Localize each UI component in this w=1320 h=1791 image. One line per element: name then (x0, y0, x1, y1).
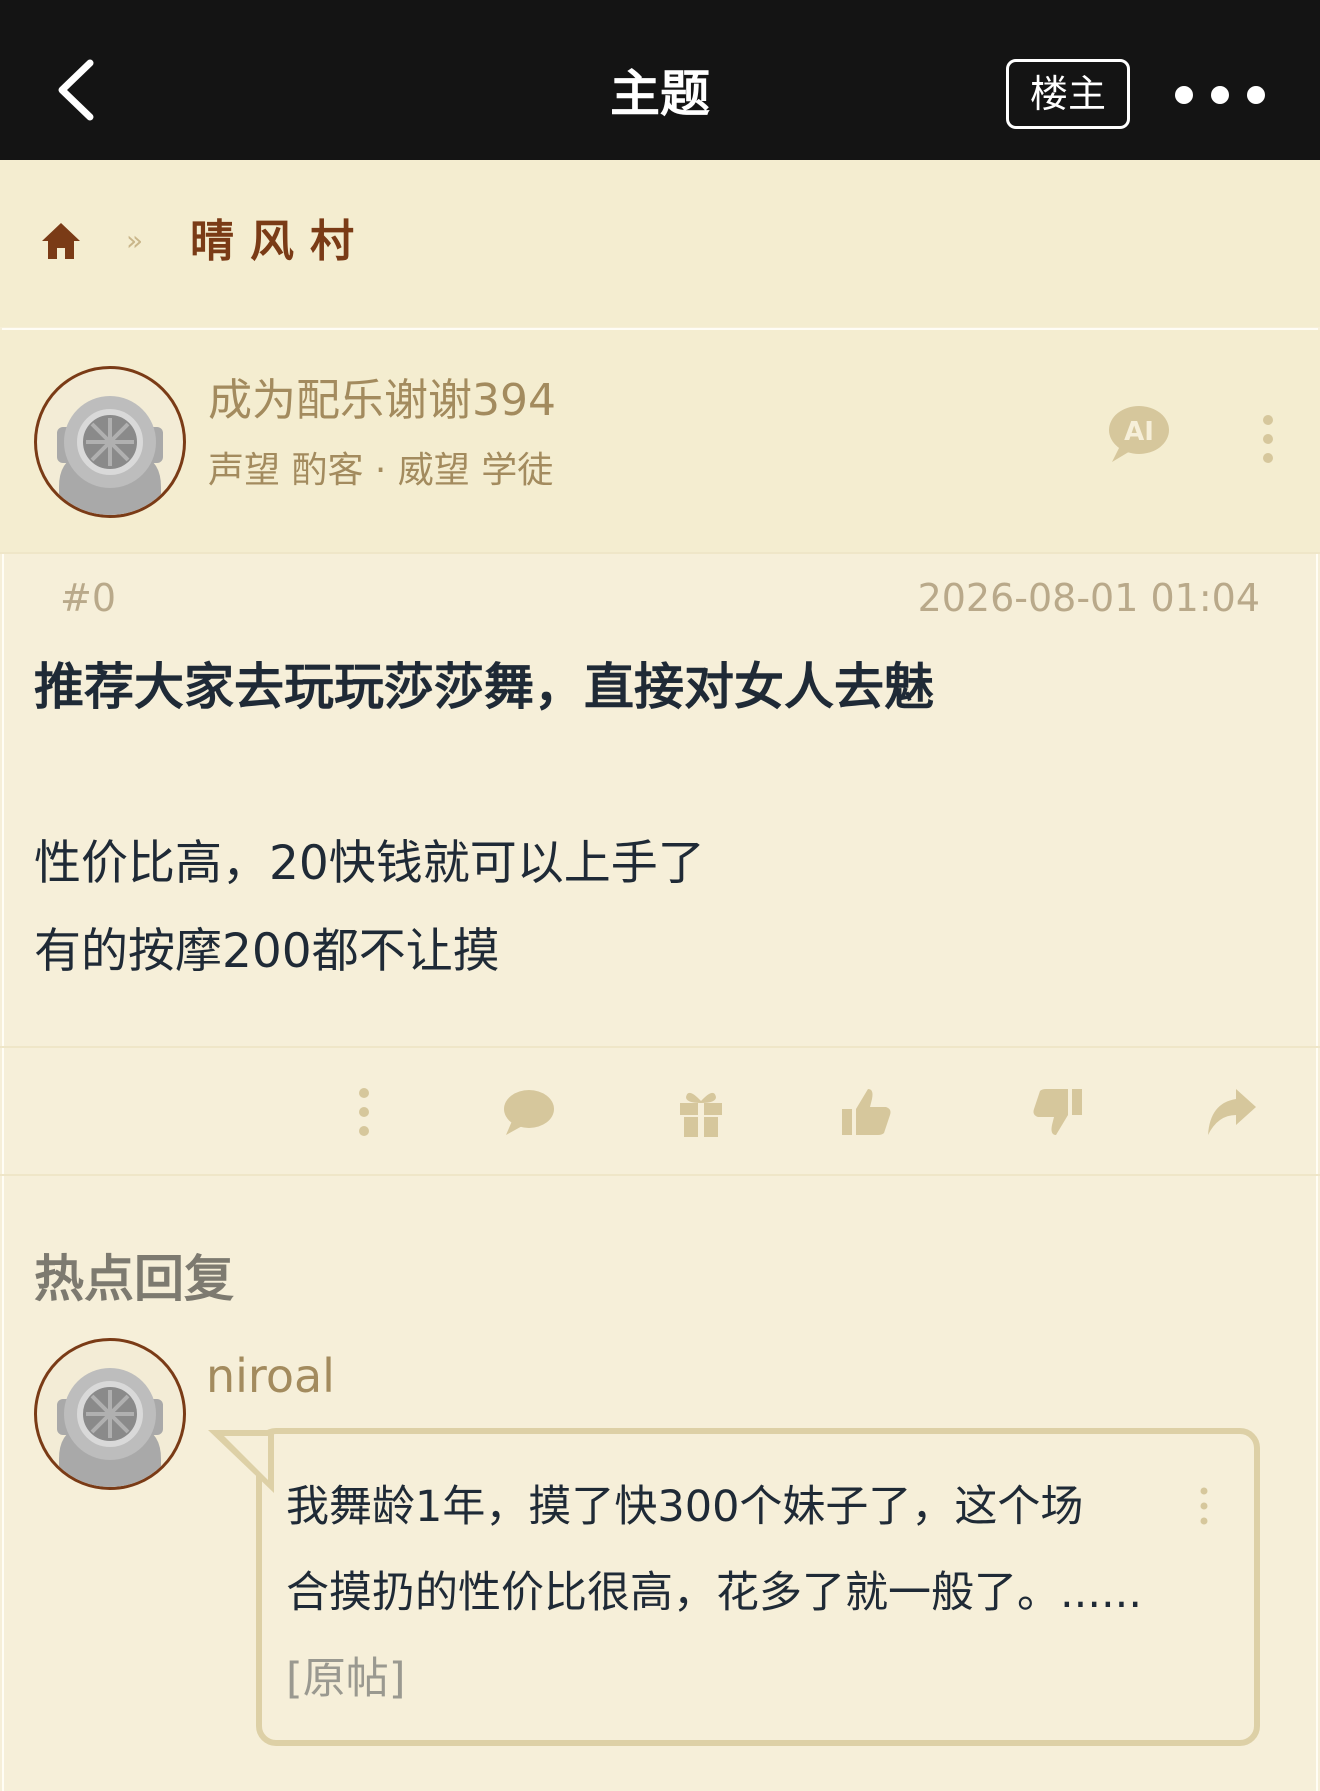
back-icon[interactable] (50, 55, 110, 125)
op-only-button[interactable]: 楼主 (1006, 59, 1130, 129)
post-actions (0, 1048, 1320, 1174)
breadcrumb-forum[interactable]: 晴风村 (190, 212, 370, 272)
ai-badge-text: AI (1124, 417, 1154, 447)
home-icon[interactable] (40, 220, 82, 262)
reply-username[interactable]: niroal (206, 1346, 335, 1406)
avatar[interactable] (34, 366, 186, 518)
divider (0, 1174, 1320, 1176)
floor-number: #0 (60, 576, 117, 620)
divider (0, 552, 1320, 554)
reply-line: 我舞龄1年，摸了快300个妹子了，这个场 (286, 1482, 1084, 1532)
reply-text: 我舞龄1年，摸了快300个妹子了，这个场 合摸扔的性价比很高，花多了就一般了。.… (286, 1464, 1246, 1722)
reply-options-icon[interactable] (1196, 1486, 1212, 1526)
post-body-line: 性价比高，20快钱就可以上手了 (34, 836, 705, 891)
author-meta: 声望 酌客 · 威望 学徒 (208, 450, 554, 491)
post-title: 推荐大家去玩玩莎莎舞，直接对女人去魅 (34, 658, 934, 716)
downvote-icon[interactable] (1030, 1085, 1084, 1139)
share-icon[interactable] (1204, 1085, 1258, 1139)
bubble-tail (206, 1425, 276, 1495)
post-body-line: 有的按摩200都不让摸 (34, 924, 500, 979)
post-body: 性价比高，20快钱就可以上手了 有的按摩200都不让摸 (34, 820, 705, 996)
more-vertical-icon[interactable] (346, 1085, 400, 1139)
reply-line: 合摸扔的性价比很高，花多了就一般了。...... (286, 1568, 1143, 1618)
more-icon[interactable] (1170, 70, 1270, 120)
original-post-link[interactable]: [原帖] (286, 1654, 406, 1704)
upvote-icon[interactable] (840, 1085, 894, 1139)
post-options-icon[interactable] (1254, 414, 1282, 464)
author-name[interactable]: 成为配乐谢谢394 (208, 372, 556, 430)
breadcrumb-separator: » (126, 224, 144, 257)
hot-replies-heading: 热点回复 (34, 1250, 234, 1308)
reply-avatar[interactable] (34, 1338, 186, 1490)
gift-icon[interactable] (674, 1085, 728, 1139)
post-time: 2026-08-01 01:04 (917, 576, 1260, 620)
comment-icon[interactable] (502, 1085, 556, 1139)
ai-summary-icon[interactable]: AI (1106, 404, 1172, 464)
